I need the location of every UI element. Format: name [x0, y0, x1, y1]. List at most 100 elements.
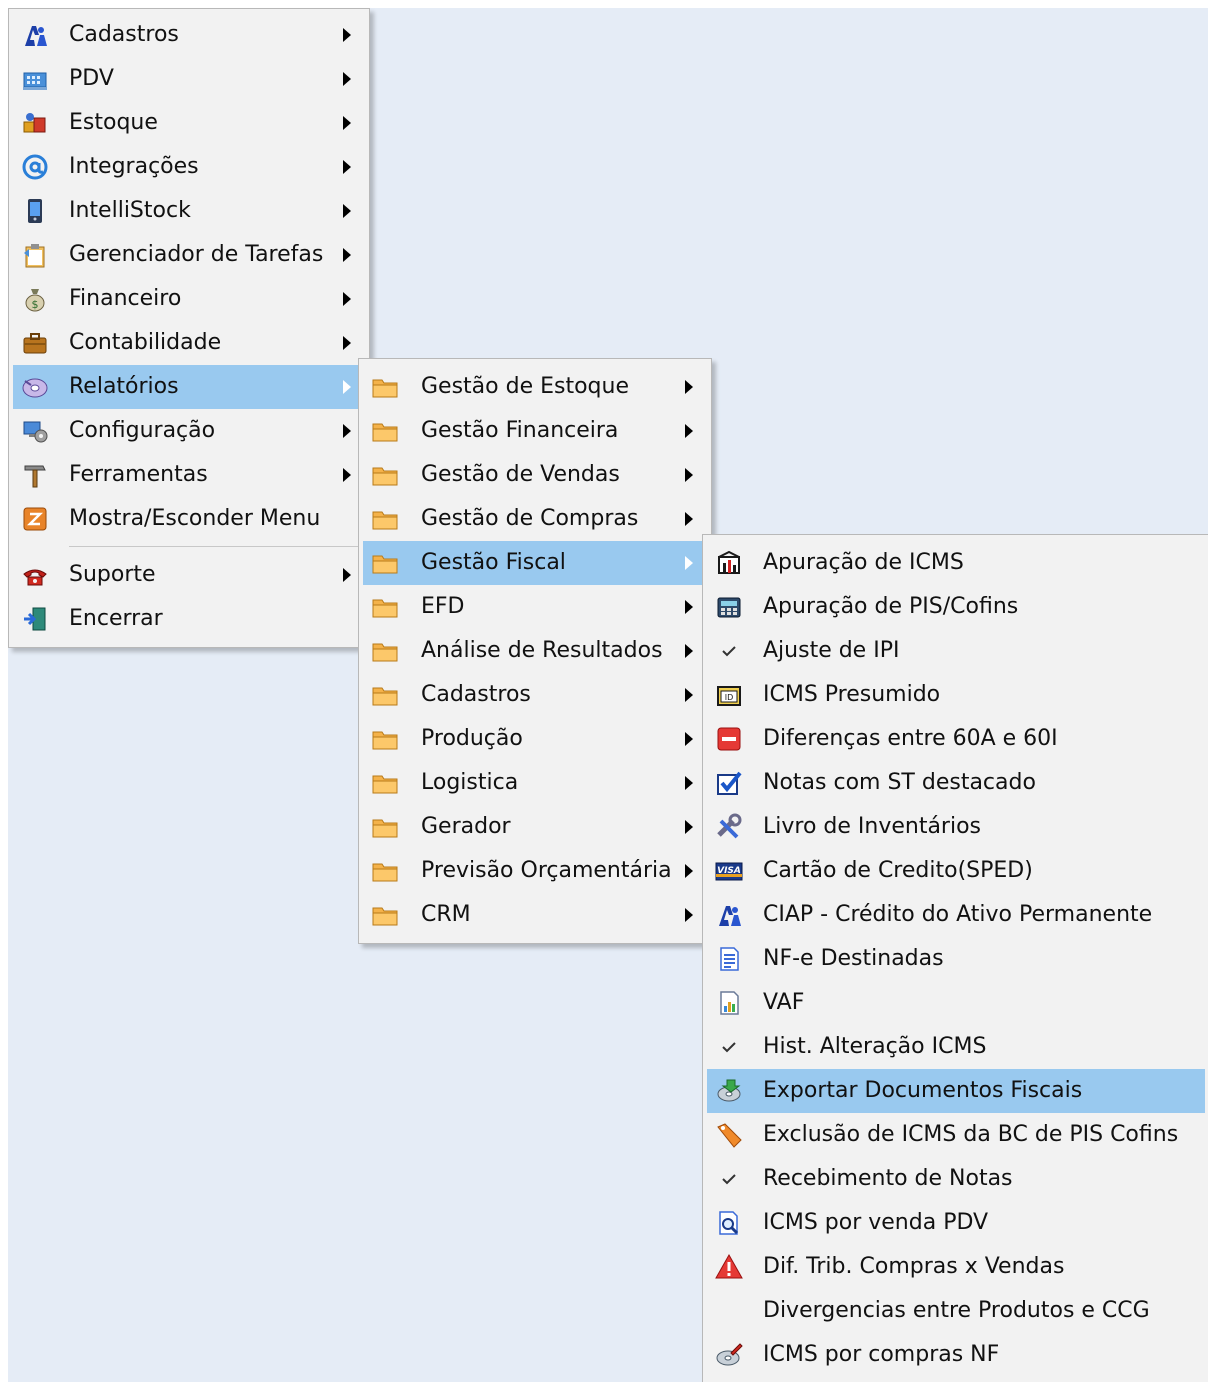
report-disk-icon: [21, 373, 49, 401]
submenu-item-label: Produção: [421, 726, 523, 751]
menu-item-pdv[interactable]: PDV: [13, 57, 365, 101]
fiscal-item-icms-por-compras-nf[interactable]: ICMS por compras NF: [707, 1333, 1205, 1377]
fiscal-item-recebimento-de-notas[interactable]: Recebimento de Notas: [707, 1157, 1205, 1201]
fiscal-item-diferencas-60a-60i[interactable]: Diferenças entre 60A e 60I: [707, 717, 1205, 761]
red-minus-icon: [715, 725, 743, 753]
menu-item-estoque[interactable]: Estoque: [13, 101, 365, 145]
submenu-arrow-icon: [343, 568, 351, 582]
submenu-arrow-icon: [685, 688, 693, 702]
id-card-icon: ID: [715, 681, 743, 709]
submenu-arrow-icon: [685, 908, 693, 922]
menu-item-intellistock[interactable]: IntelliStock: [13, 189, 365, 233]
fiscal-item-label: Exportar Documentos Fiscais: [763, 1078, 1083, 1103]
menu-item-financeiro[interactable]: $ Financeiro: [13, 277, 365, 321]
menu-item-label: PDV: [69, 66, 114, 91]
fiscal-item-ciap[interactable]: CIAP - Crédito do Ativo Permanente: [707, 893, 1205, 937]
fiscal-item-ajuste-de-ipi[interactable]: Ajuste de IPI: [707, 629, 1205, 673]
menu-item-label: IntelliStock: [69, 198, 191, 223]
menu-item-label: Contabilidade: [69, 330, 222, 355]
fiscal-item-icms-por-venda-pdv[interactable]: ICMS por venda PDV: [707, 1201, 1205, 1245]
fiscal-item-livro-de-inventarios[interactable]: Livro de Inventários: [707, 805, 1205, 849]
submenu-item-gestao-fiscal[interactable]: Gestão Fiscal: [363, 541, 707, 585]
fiscal-item-dif-trib-compras-vendas[interactable]: Dif. Trib. Compras x Vendas: [707, 1245, 1205, 1289]
submenu-arrow-icon: [343, 380, 351, 394]
fiscal-item-hist-alteracao-icms[interactable]: Hist. Alteração ICMS: [707, 1025, 1205, 1069]
submenu-arrow-icon: [685, 424, 693, 438]
fiscal-item-cartao-de-credito-sped[interactable]: VISA Cartão de Credito(SPED): [707, 849, 1205, 893]
fiscal-item-apuracao-de-pis-cofins[interactable]: Apuração de PIS/Cofins: [707, 585, 1205, 629]
fiscal-item-label: ICMS por compras NF: [763, 1342, 1000, 1367]
fiscal-item-divergencias-produtos-ccg[interactable]: Divergencias entre Produtos e CCG: [707, 1289, 1205, 1333]
submenu-item-label: Gestão de Compras: [421, 506, 639, 531]
fiscal-item-apuracao-de-icms[interactable]: Apuração de ICMS: [707, 541, 1205, 585]
fiscal-item-label: ICMS por venda PDV: [763, 1210, 989, 1235]
fiscal-item-label: VAF: [763, 990, 805, 1015]
fiscal-item-icms-presumido[interactable]: ID ICMS Presumido: [707, 673, 1205, 717]
fiscal-item-exportar-documentos-fiscais[interactable]: Exportar Documentos Fiscais: [707, 1069, 1205, 1113]
submenu-arrow-icon: [343, 468, 351, 482]
fiscal-item-exclusao-icms-bc-pis-cofins[interactable]: Exclusão de ICMS da BC de PIS Cofins: [707, 1113, 1205, 1157]
menu-item-integracoes[interactable]: Integrações: [13, 145, 365, 189]
menu-item-label: Relatórios: [69, 374, 179, 399]
menu-item-gerenciador-de-tarefas[interactable]: Gerenciador de Tarefas: [13, 233, 365, 277]
fiscal-item-label: Apuração de PIS/Cofins: [763, 594, 1019, 619]
building-chart-icon: [715, 549, 743, 577]
fiscal-item-label: CIAP - Crédito do Ativo Permanente: [763, 902, 1153, 927]
submenu-item-logistica[interactable]: Logistica: [363, 761, 707, 805]
menu-item-label: Ferramentas: [69, 462, 208, 487]
menu-item-label: Configuração: [69, 418, 216, 443]
submenu-item-crm[interactable]: CRM: [363, 893, 707, 937]
submenu-arrow-icon: [343, 116, 351, 130]
submenu-item-label: EFD: [421, 594, 465, 619]
submenu-arrow-icon: [343, 160, 351, 174]
submenu-item-label: Gestão de Vendas: [421, 462, 620, 487]
folder-icon: [371, 681, 399, 709]
menu-item-contabilidade[interactable]: Contabilidade: [13, 321, 365, 365]
submenu-arrow-icon: [343, 248, 351, 262]
folder-icon: [371, 373, 399, 401]
submenu-item-gestao-de-estoque[interactable]: Gestão de Estoque: [363, 365, 707, 409]
menu-item-configuracao[interactable]: Configuração: [13, 409, 365, 453]
menu-item-suporte[interactable]: Suporte: [13, 553, 365, 597]
main-menu: Cadastros PDV Estoque Integrações Intell…: [8, 8, 370, 648]
submenu-item-producao[interactable]: Produção: [363, 717, 707, 761]
fiscal-item-nfe-destinadas[interactable]: NF-e Destinadas: [707, 937, 1205, 981]
menu-item-mostra-esconder-menu[interactable]: Mostra/Esconder Menu: [13, 497, 365, 541]
submenu-arrow-icon: [685, 864, 693, 878]
submenu-item-label: Gerador: [421, 814, 511, 839]
fiscal-item-label: Cartão de Credito(SPED): [763, 858, 1033, 883]
menu-item-encerrar[interactable]: Encerrar: [13, 597, 365, 641]
export-disk-icon: [715, 1077, 743, 1105]
fiscal-item-label: Exclusão de ICMS da BC de PIS Cofins: [763, 1122, 1179, 1147]
menu-item-ferramentas[interactable]: Ferramentas: [13, 453, 365, 497]
svg-text:ID: ID: [725, 693, 734, 702]
submenu-item-gerador[interactable]: Gerador: [363, 805, 707, 849]
menu-item-relatorios[interactable]: Relatórios: [13, 365, 365, 409]
menu-item-label: Integrações: [69, 154, 199, 179]
submenu-arrow-icon: [685, 644, 693, 658]
submenu-item-analise-de-resultados[interactable]: Análise de Resultados: [363, 629, 707, 673]
submenu-item-cadastros[interactable]: Cadastros: [363, 673, 707, 717]
people-icon: [715, 901, 743, 929]
checkmark-icon: [715, 637, 743, 665]
document-search-icon: [715, 1209, 743, 1237]
menu-item-cadastros[interactable]: Cadastros: [13, 13, 365, 57]
svg-text:$: $: [32, 298, 39, 311]
folder-icon: [371, 505, 399, 533]
tag-pen-icon: [715, 1121, 743, 1149]
fiscal-item-vaf[interactable]: VAF: [707, 981, 1205, 1025]
menu-item-label: Suporte: [69, 562, 156, 587]
document-lines-icon: [715, 945, 743, 973]
fiscal-item-label: Divergencias entre Produtos e CCG: [763, 1298, 1150, 1323]
submenu-item-previsao-orcamentaria[interactable]: Previsão Orçamentária: [363, 849, 707, 893]
fiscal-item-notas-com-st-destacado[interactable]: Notas com ST destacado: [707, 761, 1205, 805]
submenu-item-label: Gestão Financeira: [421, 418, 619, 443]
submenu-item-label: Previsão Orçamentária: [421, 858, 672, 883]
submenu-item-label: Cadastros: [421, 682, 531, 707]
submenu-item-gestao-de-compras[interactable]: Gestão de Compras: [363, 497, 707, 541]
fiscal-item-label: Recebimento de Notas: [763, 1166, 1013, 1191]
submenu-item-gestao-financeira[interactable]: Gestão Financeira: [363, 409, 707, 453]
submenu-item-efd[interactable]: EFD: [363, 585, 707, 629]
submenu-item-gestao-de-vendas[interactable]: Gestão de Vendas: [363, 453, 707, 497]
document-chart-icon: [715, 989, 743, 1017]
